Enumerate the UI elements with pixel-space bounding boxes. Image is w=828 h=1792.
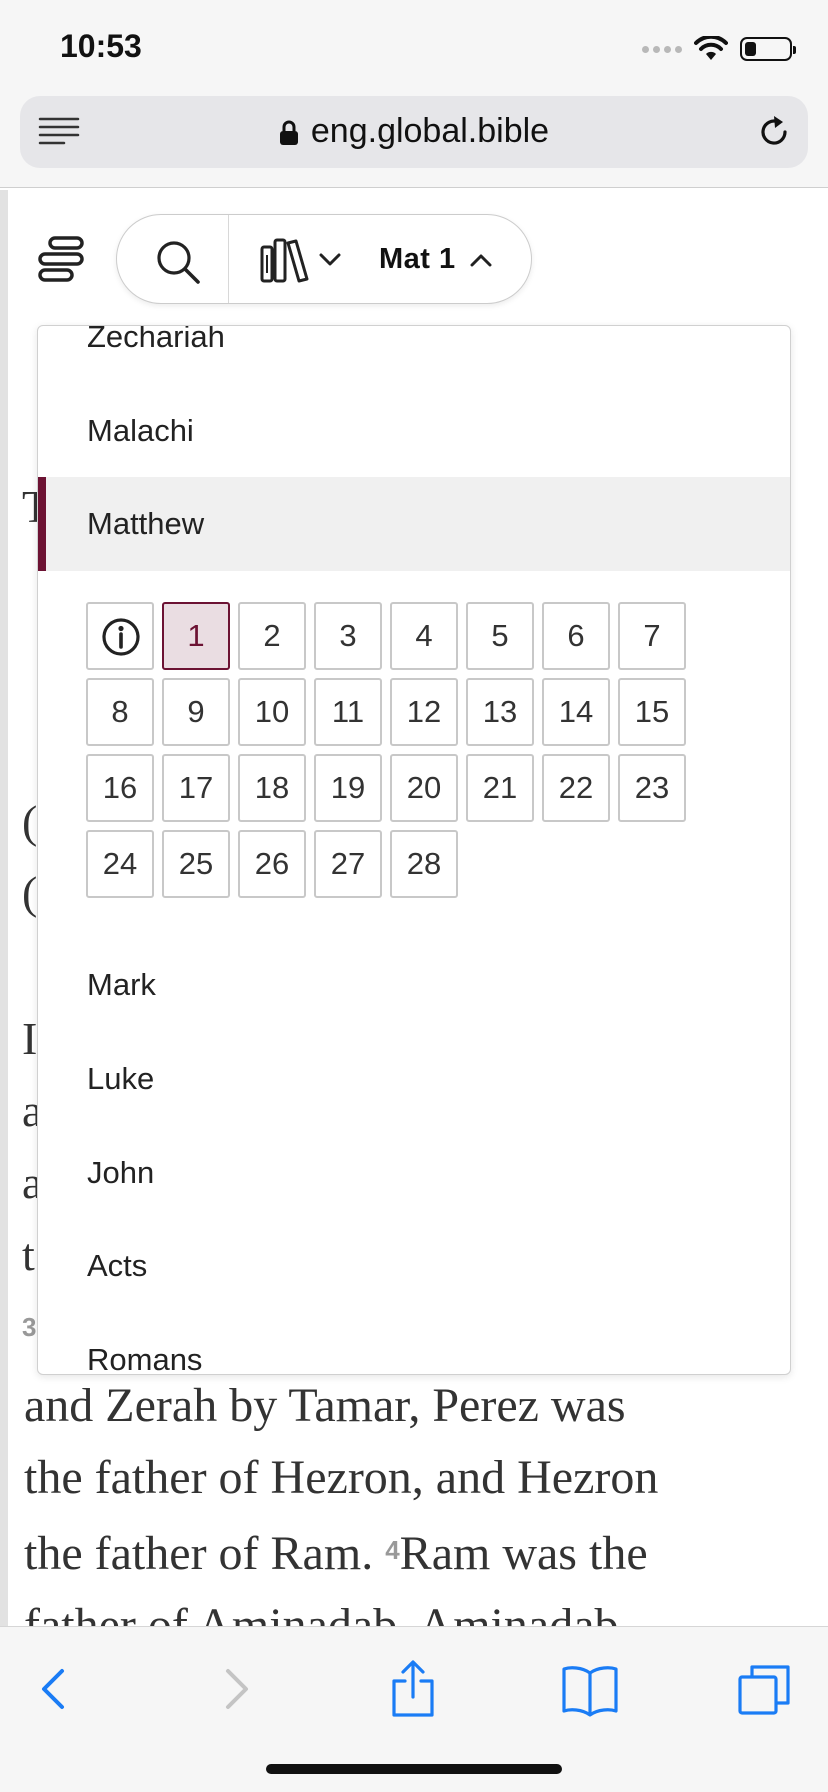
chapter-button-6[interactable]: 6 [542,602,610,670]
book-item[interactable]: Acts [38,1219,790,1313]
verse-number: 4 [385,1535,400,1565]
chapter-button-16[interactable]: 16 [86,754,154,822]
book-item[interactable]: Malachi [38,384,790,478]
chapter-button-24[interactable]: 24 [86,830,154,898]
url-text: eng.global.bible [310,112,550,150]
chapter-button-3[interactable]: 3 [314,602,382,670]
text-fragment: ( [22,867,38,918]
scripture-line: and Zerah by Tamar, Perez was [24,1379,626,1432]
share-icon[interactable] [383,1659,443,1719]
chapter-button-13[interactable]: 13 [466,678,534,746]
scripture-line: the father of Ram. 4Ram was the [24,1527,648,1580]
page-edge [0,190,8,1626]
chapter-button-11[interactable]: 11 [314,678,382,746]
book-item-selected[interactable]: Matthew [38,477,790,571]
scripture-text: and Zerah by Tamar, Perez was the father… [24,1370,804,1662]
passage-selector[interactable]: Mat 1 [379,243,456,276]
chapter-button-2[interactable]: 2 [238,602,306,670]
back-icon[interactable] [24,1659,84,1719]
book-item[interactable]: Romans [38,1313,790,1374]
chapter-button-7[interactable]: 7 [618,602,686,670]
book-item[interactable]: Luke [38,1032,790,1126]
chapter-button-9[interactable]: 9 [162,678,230,746]
chapter-button-21[interactable]: 21 [466,754,534,822]
chapter-button-4[interactable]: 4 [390,602,458,670]
chevron-up-icon[interactable] [470,253,492,267]
chapter-button-8[interactable]: 8 [86,678,154,746]
menu-icon[interactable] [36,234,86,284]
book-item[interactable]: John [38,1126,790,1220]
tabs-icon[interactable] [734,1659,794,1719]
chevron-down-icon[interactable] [319,253,341,267]
url-display[interactable]: eng.global.bible [20,112,808,151]
cellular-signal-icon [642,45,682,53]
book-chapter-dropdown[interactable]: Zechariah Malachi Matthew 1 2 3 4 5 6 7 8 9 10 11 1… [37,325,791,1375]
chapter-button-18[interactable]: 18 [238,754,306,822]
forward-icon[interactable] [206,1659,266,1719]
bookmarks-icon[interactable] [560,1659,620,1719]
chapter-button-10[interactable]: 10 [238,678,306,746]
library-icon[interactable] [259,237,309,283]
battery-level [745,42,756,56]
scripture-line: the father of Hezron, and Hezron [24,1451,659,1504]
chapter-button-26[interactable]: 26 [238,830,306,898]
status-bar: 10:53 [0,0,828,96]
chapter-button-28[interactable]: 28 [390,830,458,898]
status-time: 10:53 [60,28,142,64]
chapter-button-20[interactable]: 20 [390,754,458,822]
wifi-icon [694,36,728,60]
chapter-button-17[interactable]: 17 [162,754,230,822]
battery-icon [740,37,796,61]
chapter-button-27[interactable]: 27 [314,830,382,898]
chapter-button-23[interactable]: 23 [618,754,686,822]
verse-fragment: 3 [22,1312,37,1342]
chapter-button-22[interactable]: 22 [542,754,610,822]
book-item[interactable]: Zechariah [38,326,790,384]
info-icon [102,618,140,656]
status-indicators [642,36,796,62]
book-info-button[interactable] [86,602,154,670]
chapter-button-15[interactable]: 15 [618,678,686,746]
reader-toolbar: Mat 1 [116,214,532,304]
chapter-button-25[interactable]: 25 [162,830,230,898]
chapter-button-14[interactable]: 14 [542,678,610,746]
text-fragment: I [22,1013,38,1064]
text-fragment: ( [22,796,38,847]
chapter-button-12[interactable]: 12 [390,678,458,746]
lock-icon [279,120,298,145]
toolbar-divider [228,215,229,303]
chapter-button-1[interactable]: 1 [162,602,230,670]
search-icon[interactable] [155,239,201,285]
chapter-button-19[interactable]: 19 [314,754,382,822]
reload-icon[interactable] [756,114,792,150]
book-item[interactable]: Mark [38,938,790,1032]
url-bar[interactable]: eng.global.bible [20,96,808,168]
browser-chrome: eng.global.bible [0,96,828,188]
chapter-button-5[interactable]: 5 [466,602,534,670]
home-indicator [266,1764,562,1774]
text-fragment: t [22,1229,35,1280]
